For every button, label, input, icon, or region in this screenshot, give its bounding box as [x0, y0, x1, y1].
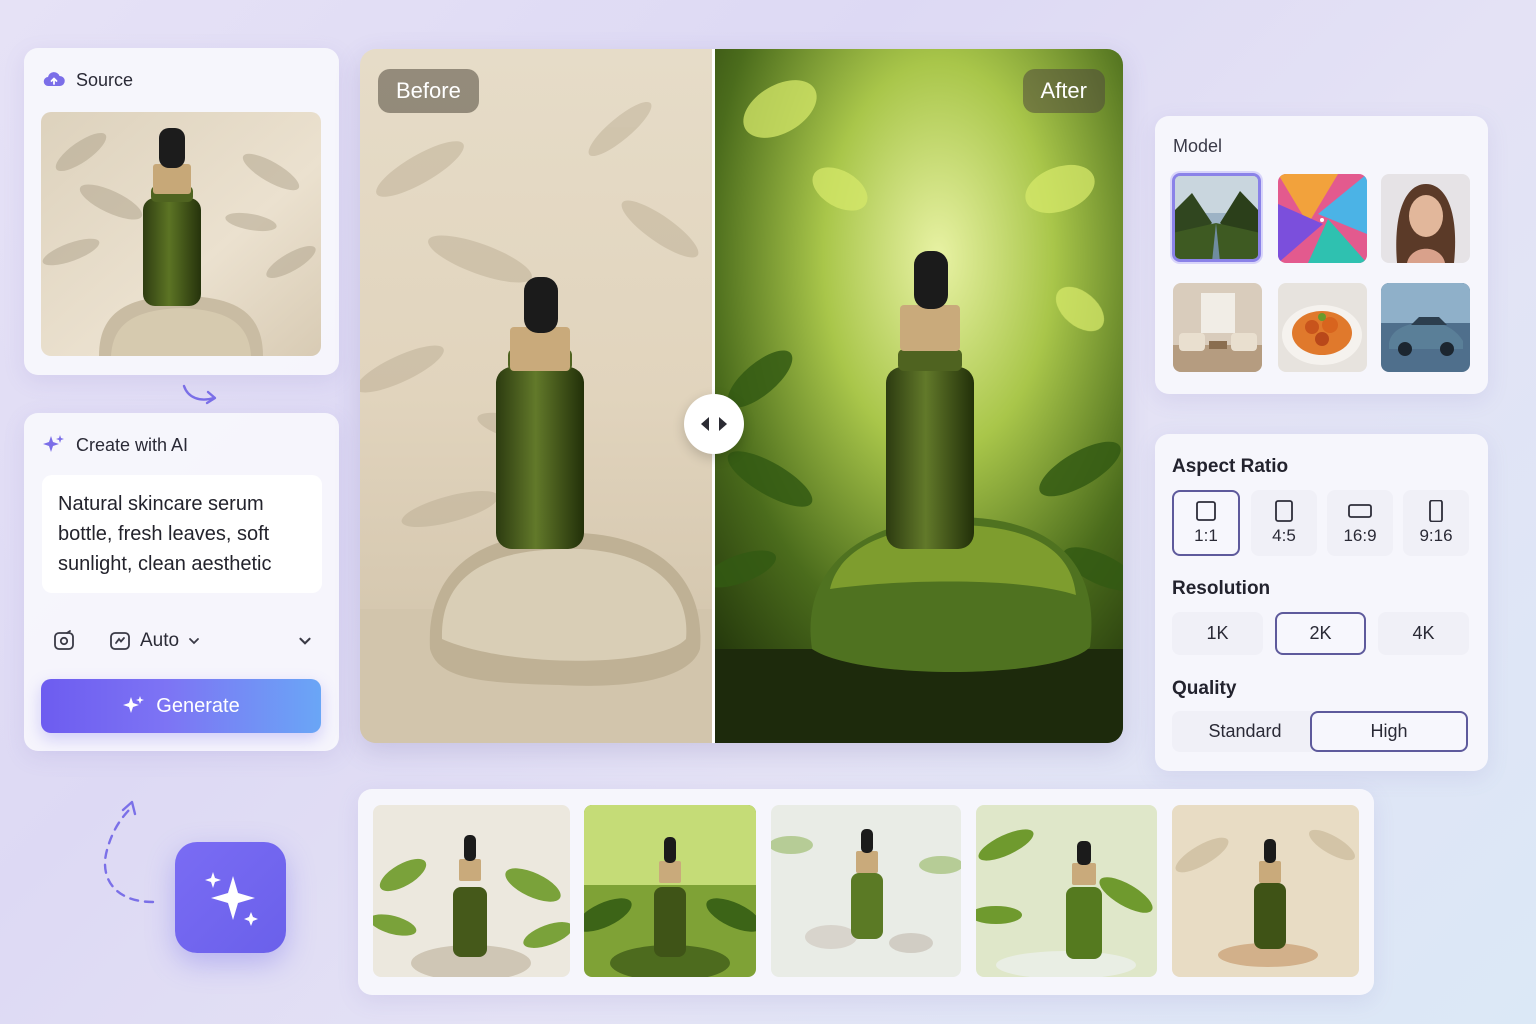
image-reference-button[interactable]	[52, 629, 76, 653]
more-options-dropdown[interactable]	[297, 633, 313, 649]
connector-arrow-icon	[182, 384, 217, 405]
before-after-comparison[interactable]: Before After	[360, 49, 1123, 743]
sparkle-icon	[204, 871, 258, 926]
sparkle-icon	[43, 435, 64, 452]
aspect-option-16-9[interactable]: 16:9	[1327, 490, 1393, 556]
tall-rect-icon	[1429, 500, 1443, 522]
quality-title: Quality	[1172, 678, 1237, 699]
generate-label: Generate	[156, 694, 240, 717]
landscape-rect-icon	[1348, 504, 1372, 518]
sparkle-icon	[123, 696, 145, 713]
source-image[interactable]	[41, 112, 321, 356]
cloud-upload-icon	[43, 72, 65, 87]
aspect-ratio-title: Aspect Ratio	[1172, 456, 1289, 477]
model-option-car[interactable]	[1381, 283, 1470, 372]
image-reference-icon	[54, 630, 74, 650]
model-option-portrait[interactable]	[1381, 174, 1470, 263]
source-header: Source	[42, 68, 133, 92]
comparison-slider-handle[interactable]	[684, 394, 744, 454]
auto-mode-icon	[110, 632, 130, 650]
model-card: Model	[1155, 116, 1488, 394]
generate-button[interactable]: Generate	[41, 679, 321, 733]
portrait-rect-icon	[1275, 500, 1293, 522]
model-option-landscape[interactable]	[1172, 173, 1261, 262]
aspect-option-4-5[interactable]: 4:5	[1251, 490, 1317, 556]
create-header: Create with AI	[42, 433, 188, 457]
model-option-food[interactable]	[1278, 283, 1367, 372]
resolution-option-4k[interactable]: 4K	[1378, 612, 1469, 655]
app-logo	[175, 842, 286, 953]
mode-select[interactable]: Auto	[108, 629, 201, 653]
source-title: Source	[76, 69, 134, 90]
before-badge: Before	[378, 69, 479, 113]
comparison-image	[360, 49, 1123, 743]
left-right-arrows-icon	[701, 417, 727, 431]
prompt-input[interactable]: Natural skincare serum bottle, fresh lea…	[42, 475, 322, 593]
create-title: Create with AI	[76, 434, 189, 455]
chevron-down-icon	[189, 638, 199, 645]
generation-controls: Auto	[42, 621, 322, 661]
aspect-option-1-1[interactable]: 1:1	[1172, 490, 1240, 556]
create-card: Create with AI Natural skincare serum bo…	[24, 413, 339, 751]
gallery-thumb[interactable]	[584, 805, 756, 977]
gallery-thumb[interactable]	[1172, 805, 1359, 977]
square-icon	[1196, 501, 1216, 521]
chevron-down-icon	[299, 637, 311, 645]
gallery-thumb[interactable]	[771, 805, 961, 977]
model-title: Model	[1173, 136, 1223, 156]
gallery-thumb[interactable]	[373, 805, 570, 977]
resolution-option-2k[interactable]: 2K	[1275, 612, 1366, 655]
resolution-title: Resolution	[1172, 578, 1271, 599]
aspect-option-9-16[interactable]: 9:16	[1403, 490, 1469, 556]
source-card: Source	[24, 48, 339, 375]
results-gallery	[358, 789, 1374, 995]
model-option-interior[interactable]	[1173, 283, 1262, 372]
dashed-curve-arrow-icon	[103, 800, 155, 904]
settings-card: Aspect Ratio 1:1 4:5 16:9 9:16 Resolutio…	[1155, 434, 1488, 771]
after-badge: After	[1022, 69, 1105, 113]
gallery-thumb[interactable]	[976, 805, 1157, 977]
mode-label: Auto	[140, 630, 180, 651]
quality-option-high[interactable]: High	[1310, 711, 1468, 752]
resolution-option-1k[interactable]: 1K	[1172, 612, 1263, 655]
model-option-abstract[interactable]	[1278, 174, 1367, 263]
quality-option-standard[interactable]: Standard	[1172, 711, 1318, 752]
